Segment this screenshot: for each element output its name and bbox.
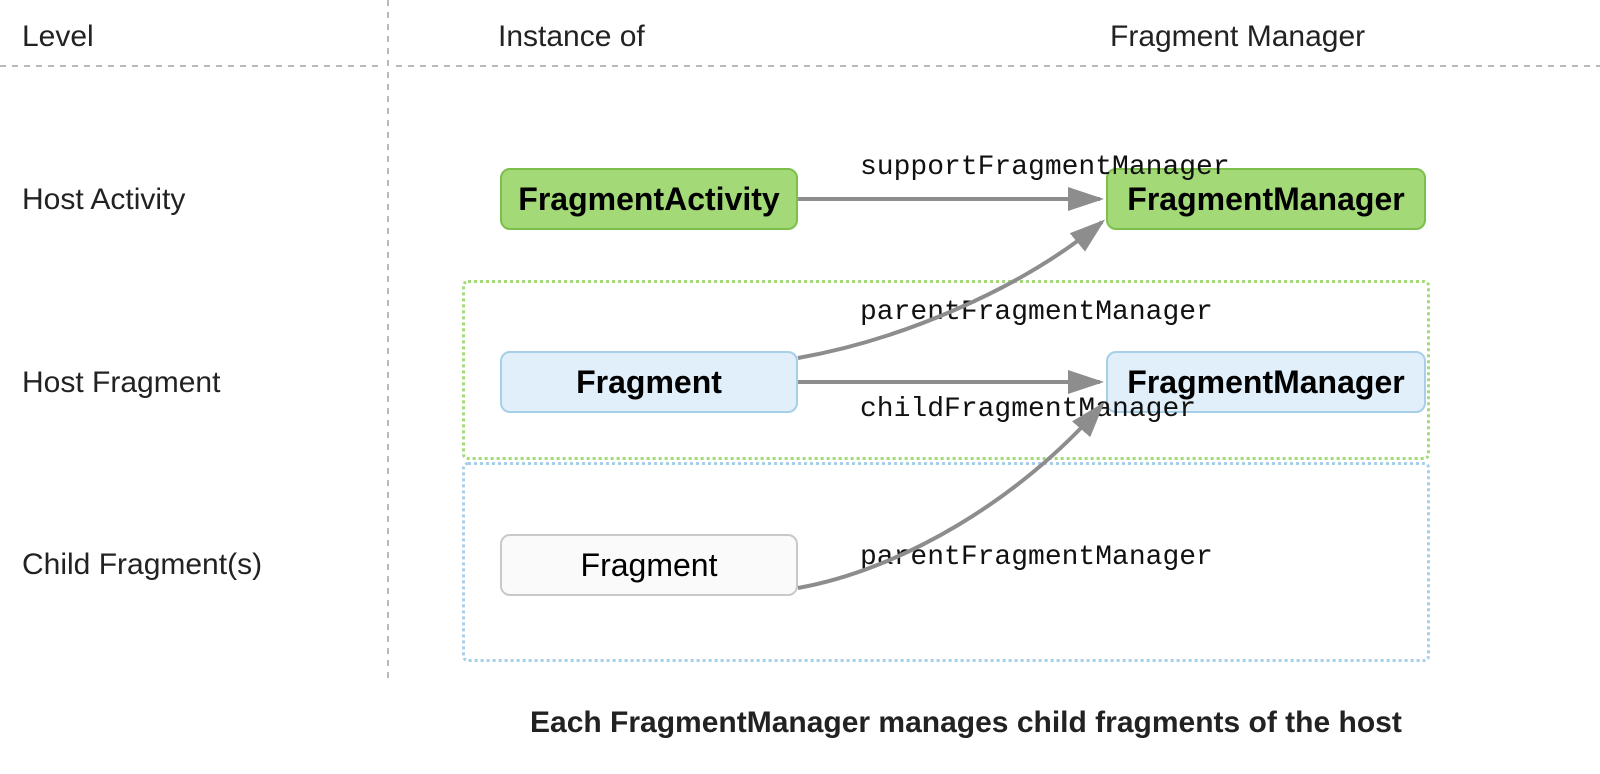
edge-label-support: supportFragmentManager <box>860 152 1230 183</box>
box-fragment-blue: Fragment <box>500 351 798 413</box>
edge-label-child: childFragmentManager <box>860 394 1196 425</box>
header-manager: Fragment Manager <box>1110 20 1365 54</box>
diagram-stage: Level Instance of Fragment Manager Host … <box>0 0 1600 774</box>
header-level: Level <box>22 20 94 54</box>
row-label-host-activity: Host Activity <box>22 183 185 217</box>
box-fragment-activity: FragmentActivity <box>500 168 798 230</box>
edge-label-parent-2: parentFragmentManager <box>860 542 1213 573</box>
caption: Each FragmentManager manages child fragm… <box>530 706 1402 740</box>
box-fragment-gray: Fragment <box>500 534 798 596</box>
header-instance: Instance of <box>498 20 645 54</box>
row-label-host-fragment: Host Fragment <box>22 366 220 400</box>
row-label-child-fragments: Child Fragment(s) <box>22 548 262 582</box>
edge-label-parent-1: parentFragmentManager <box>860 297 1213 328</box>
